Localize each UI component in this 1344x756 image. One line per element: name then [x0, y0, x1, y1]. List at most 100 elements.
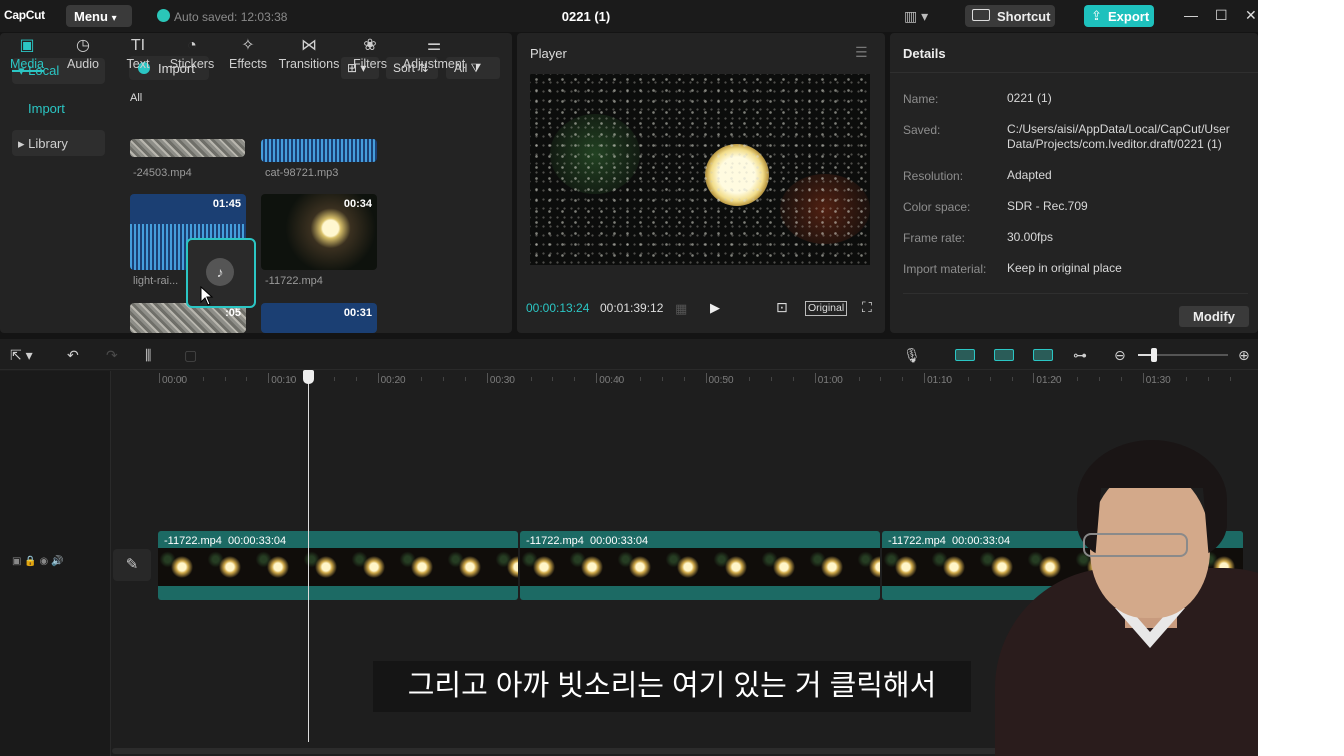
background-strip: [1258, 0, 1344, 756]
autosave-check-icon: [157, 9, 170, 22]
sidebar-item-library[interactable]: ▸ Library: [12, 130, 105, 156]
ruler-minor-tick: [661, 377, 663, 381]
sidebar-item-import[interactable]: Import: [28, 101, 65, 116]
microphone-icon[interactable]: 🎙: [903, 347, 921, 364]
screenshot-icon[interactable]: ⊡: [776, 299, 788, 316]
duration-badge: 00:34: [343, 198, 372, 210]
tab-label: Transitions: [278, 57, 340, 71]
ruler-minor-tick: [443, 377, 445, 381]
clip-name: -11722.mp4: [888, 535, 946, 547]
duration-badge: 00:31: [343, 307, 372, 319]
select-tool-icon[interactable]: ⇱ ▾: [10, 347, 33, 364]
tab-label: Filters: [352, 57, 388, 71]
media-thumb-4[interactable]: 00:34: [261, 194, 377, 270]
ruler-minor-tick: [1120, 377, 1122, 381]
playhead-line[interactable]: [308, 380, 309, 742]
video-clip[interactable]: -11722.mp4 00:00:33:04: [158, 531, 518, 600]
clip-frames: [158, 548, 518, 586]
ruler-minor-tick: [1208, 377, 1210, 381]
stickers-icon: ◔: [187, 37, 197, 54]
tab-transitions[interactable]: ⋈ Transitions: [277, 37, 341, 71]
tab-label: Media: [9, 57, 45, 71]
minimize-icon[interactable]: —: [1184, 7, 1198, 23]
media-section-label: All: [130, 92, 143, 104]
tab-effects[interactable]: ✧ Effects: [216, 37, 280, 71]
edit-cover-icon[interactable]: ✎: [113, 549, 151, 581]
ruler-minor-tick: [1164, 377, 1166, 381]
tab-adjustment[interactable]: ⚌ Adjustment: [402, 37, 466, 71]
ruler-minor-tick: [1011, 377, 1013, 381]
ratio-button[interactable]: Original: [805, 301, 848, 316]
player-title: Player: [530, 46, 567, 61]
playhead-handle[interactable]: [303, 370, 314, 384]
undo-icon[interactable]: ↶: [67, 347, 79, 364]
grid-icon[interactable]: ▦: [675, 301, 687, 317]
media-thumb-6[interactable]: 00:31: [261, 303, 377, 333]
details-label: Saved:: [903, 123, 941, 137]
ruler-minor-tick: [792, 377, 794, 381]
details-label: Name:: [903, 92, 939, 106]
video-preview[interactable]: [530, 74, 870, 265]
linkage-icon[interactable]: [1033, 349, 1053, 361]
clip-name: -11722.mp4: [164, 535, 222, 547]
details-label: Frame rate:: [903, 231, 966, 245]
divider: [890, 72, 1258, 73]
details-label: Resolution:: [903, 169, 964, 183]
redo-icon[interactable]: ↷: [106, 347, 118, 364]
ruler-minor-tick: [749, 377, 751, 381]
ruler-minor-tick: [290, 377, 292, 381]
ruler-minor-tick: [683, 377, 685, 381]
duration-badge: :05: [225, 307, 241, 319]
maximize-icon[interactable]: ☐: [1215, 7, 1228, 24]
ruler-minor-tick: [180, 377, 182, 381]
video-clip[interactable]: -11722.mp4 00:00:33:04: [520, 531, 880, 600]
capcut-window: CapCut Menu ▾ Auto saved: 12:03:38 0221 …: [0, 0, 1258, 756]
media-thumb-1[interactable]: [130, 139, 245, 157]
ruler-minor-tick: [836, 377, 838, 381]
details-title: Details: [903, 46, 946, 61]
tab-label: Stickers: [169, 57, 215, 71]
ruler-minor-tick: [224, 377, 226, 381]
effects-icon: ✧: [241, 37, 255, 54]
ruler-label: 01:30: [1145, 375, 1171, 386]
details-value: Keep in original place: [1007, 261, 1122, 275]
ruler-minor-tick: [465, 377, 467, 381]
details-value: SDR - Rec.709: [1007, 199, 1088, 213]
ruler-minor-tick: [399, 377, 401, 381]
ruler-label: 00:40: [599, 375, 625, 386]
details-label: Color space:: [903, 200, 971, 214]
preview-axis-icon[interactable]: ⊶: [1073, 347, 1087, 364]
tab-filters[interactable]: ❀ Filters: [338, 37, 402, 71]
split-icon[interactable]: ⫼: [145, 347, 151, 364]
ruler-minor-tick: [552, 377, 554, 381]
menu-button[interactable]: Menu ▾: [66, 5, 132, 27]
auto-snap-icon[interactable]: [994, 349, 1014, 361]
main-track-magnet-icon[interactable]: [955, 349, 975, 361]
ruler-tick: [159, 373, 160, 383]
ruler-minor-tick: [1186, 377, 1188, 381]
player-menu-icon[interactable]: ☰: [855, 44, 868, 61]
details-panel: [890, 33, 1258, 333]
zoom-out-icon[interactable]: ⊖: [1114, 347, 1126, 364]
play-icon[interactable]: ▶: [710, 300, 720, 316]
delete-icon[interactable]: ▢: [184, 347, 197, 364]
tab-label: Adjustment: [402, 57, 466, 71]
zoom-in-icon[interactable]: ⊕: [1238, 347, 1250, 364]
layout-icon[interactable]: ▥ ▾: [904, 8, 928, 25]
presenter-webcam: [985, 438, 1258, 756]
ruler-minor-tick: [1098, 377, 1100, 381]
tab-stickers[interactable]: ◔ Stickers: [160, 37, 224, 71]
close-icon[interactable]: ✕: [1245, 7, 1257, 24]
clip-duration: 00:00:33:04: [590, 535, 649, 547]
fullscreen-icon[interactable]: ⛶: [862, 299, 872, 316]
modify-button[interactable]: Modify: [1179, 306, 1249, 327]
details-value: 30.00fps: [1007, 230, 1054, 244]
chevron-down-icon: ▾: [111, 13, 117, 24]
zoom-slider-handle[interactable]: [1151, 348, 1157, 362]
project-title: 0221 (1): [561, 9, 611, 24]
ruler-minor-tick: [727, 377, 729, 381]
ruler-label: 01:10: [927, 375, 953, 386]
media-thumb-2[interactable]: [261, 139, 377, 162]
track-controls[interactable]: ▣ 🔒 ◉ 🔊: [12, 556, 63, 567]
ruler-minor-tick: [902, 377, 904, 381]
